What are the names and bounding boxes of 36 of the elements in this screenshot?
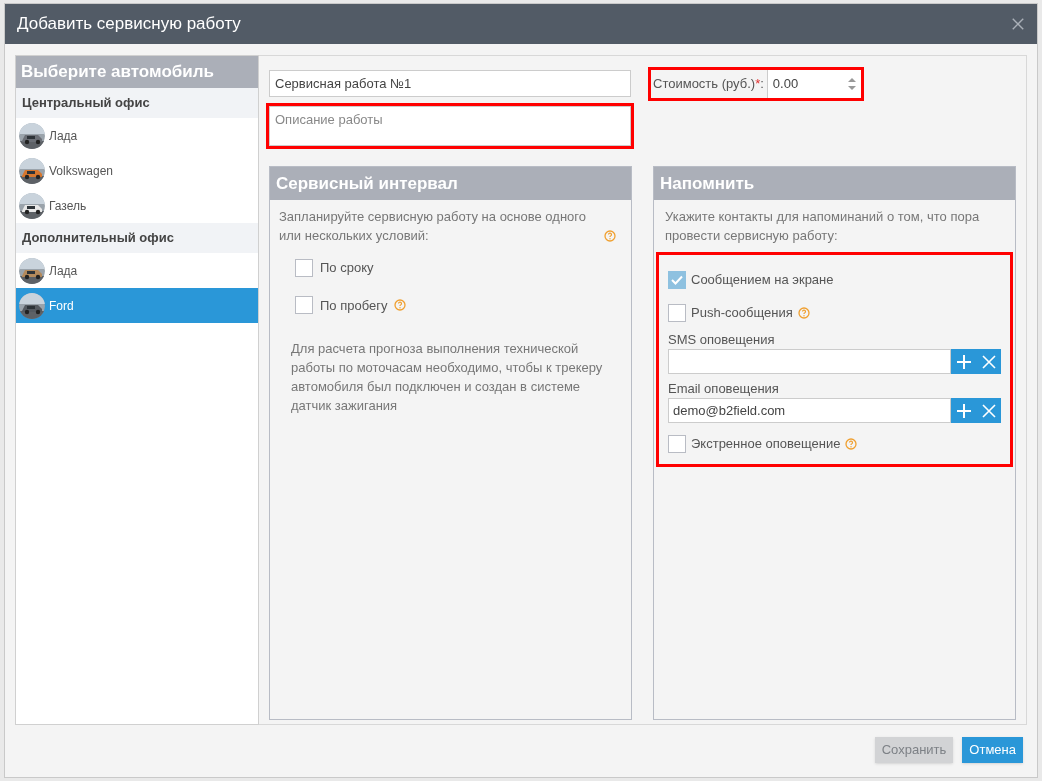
option-label[interactable]: Push-сообщения	[691, 302, 793, 323]
field-label: Email оповещения	[668, 380, 780, 398]
contact-field[interactable]: demo@b2field.com	[668, 398, 951, 423]
panel-title: Напомнить	[660, 172, 755, 195]
panel-title: Сервисный интервал	[276, 172, 458, 195]
contact-field[interactable]	[668, 349, 951, 374]
checkbox[interactable]	[295, 296, 313, 315]
spinner-icon[interactable]	[847, 77, 856, 91]
checkbox[interactable]	[295, 258, 313, 277]
cost-field[interactable]: 0.00	[766, 70, 861, 98]
option-label[interactable]: Сообщением на экране	[691, 269, 834, 290]
intro-text: Запланируйте сервисную работу на основе одного или нескольких условий:	[279, 208, 587, 245]
vehicle-item[interactable]: Лада	[16, 118, 258, 153]
vehicle-item[interactable]: Лада	[16, 253, 258, 288]
checkbox[interactable]	[668, 303, 686, 322]
field-label: SMS оповещения	[668, 331, 776, 349]
checkbox[interactable]	[668, 434, 686, 453]
checkbox[interactable]	[668, 270, 686, 289]
plus-icon[interactable]	[955, 402, 972, 419]
option-label[interactable]: Экстренное оповещение	[691, 433, 841, 454]
close-icon[interactable]	[1011, 17, 1025, 31]
panel-title: Выберите автомобиль	[21, 61, 214, 84]
plus-icon[interactable]	[955, 353, 972, 370]
window-title: Добавить сервисную работу	[17, 13, 241, 36]
vehicle-item[interactable]: Volkswagen	[16, 153, 258, 188]
group-header: Центральный офис	[16, 88, 258, 118]
cost-label: Стоимость (руб.)*:	[653, 75, 764, 94]
option-label[interactable]: По пробегу	[320, 295, 388, 315]
group-header: Дополнительный офис	[16, 223, 258, 253]
note-text: Для расчета прогноза выполнения технической работы по моточасам необходимо, чтобы к трекеру автомобиля был подключен и создан в системе датчик зажигания	[291, 340, 604, 415]
vehicle-item[interactable]: Газель	[16, 188, 258, 223]
intro-text: Укажите контакты для напоминаний о том, что пора провести сервисную работу:	[664, 208, 981, 245]
name-field[interactable]: Сервисная работа №1	[269, 70, 631, 97]
description-field[interactable]: Описание работы	[269, 106, 631, 146]
option-label[interactable]: По сроку	[320, 258, 374, 278]
help-icon	[604, 230, 616, 242]
